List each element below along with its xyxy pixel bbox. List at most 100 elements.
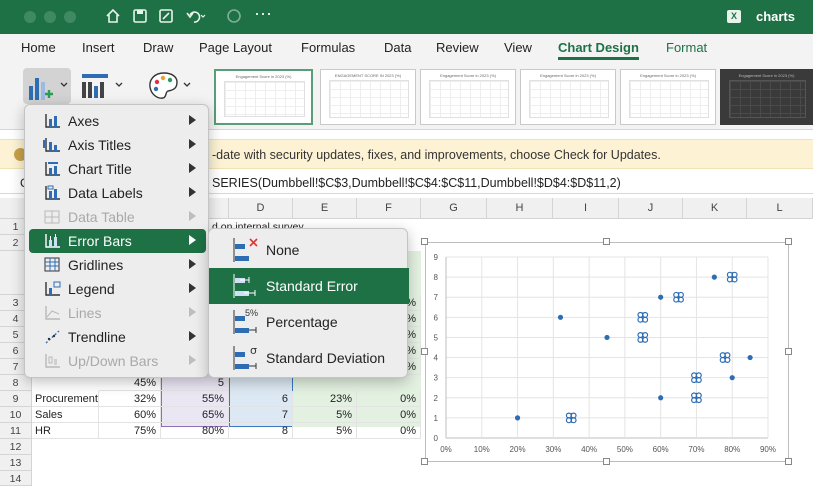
column-header-f[interactable]: F (357, 198, 421, 219)
chart-style-3[interactable]: Engagement Score in 2023 (%) (420, 69, 516, 125)
row-header-9[interactable]: 9 (0, 391, 32, 407)
row-header-11[interactable]: 11 (0, 423, 32, 439)
column-header-e[interactable]: E (293, 198, 357, 219)
error-bar-marker (691, 377, 698, 384)
chart-style-5[interactable]: Engagement Score in 2023 (%) (620, 69, 716, 125)
error-bars-none-option[interactable]: None (209, 232, 409, 268)
error-bars-standard-deviation-option[interactable]: σ Standard Deviation (209, 340, 409, 376)
chart-resize-handle[interactable] (785, 348, 792, 355)
cell[interactable]: 6 (229, 391, 293, 407)
add-chart-element-button[interactable] (23, 68, 71, 104)
cell[interactable]: 8 (229, 423, 293, 439)
data-point (711, 274, 717, 280)
chart-style-4[interactable]: Engagement Score in 2023 (%) (520, 69, 616, 125)
redo-icon[interactable] (225, 7, 243, 31)
close-window-button[interactable] (24, 11, 36, 23)
cell[interactable]: 0% (357, 407, 421, 423)
chart-resize-handle[interactable] (421, 458, 428, 465)
menu-item-axis-titles[interactable]: Axis Titles (29, 133, 206, 157)
column-header-i[interactable]: I (553, 198, 619, 219)
menu-item-trendline[interactable]: Trendline (29, 325, 206, 349)
cell[interactable]: HR (32, 423, 99, 439)
tab-view[interactable]: View (504, 40, 532, 55)
y-tick-label: 6 (434, 313, 439, 322)
error-bars-percentage-option[interactable]: 5% Percentage (209, 304, 409, 340)
zoom-window-button[interactable] (64, 11, 76, 23)
x-tick-label: 40% (581, 445, 597, 454)
data-point (604, 334, 610, 341)
tab-chart-design[interactable]: Chart Design (558, 40, 639, 60)
tab-page-layout[interactable]: Page Layout (199, 40, 272, 55)
error-bar-marker (673, 291, 680, 298)
chart-resize-handle[interactable] (785, 238, 792, 245)
tab-data[interactable]: Data (384, 40, 411, 55)
column-header-j[interactable]: J (619, 198, 683, 219)
column-header-d[interactable]: D (229, 198, 293, 219)
chart-resize-handle[interactable] (603, 238, 610, 245)
tab-review[interactable]: Review (436, 40, 479, 55)
change-colors-button[interactable] (146, 68, 194, 104)
cell[interactable]: 0% (357, 391, 421, 407)
column-header-g[interactable]: G (421, 198, 487, 219)
error-bars-submenu: None Standard Error 5% Percentage σ Stan… (208, 228, 409, 378)
tab-insert[interactable]: Insert (82, 40, 115, 55)
scatter-chart[interactable]: 0 1 2 3 4 5 6 7 8 9 0% 10% 20% 30% 40% 50% 60% 70% 80% 90% (425, 242, 789, 462)
data-point (747, 354, 753, 361)
menu-item-legend[interactable]: Legend (29, 277, 206, 301)
cell[interactable]: Procurement (32, 391, 99, 407)
more-icon[interactable]: ⋯ (254, 4, 272, 24)
row-header-12[interactable]: 12 (0, 439, 32, 455)
chart-resize-handle[interactable] (421, 348, 428, 355)
cell[interactable]: 75% (99, 423, 161, 439)
chart-resize-handle[interactable] (603, 458, 610, 465)
error-bars-standard-error-option[interactable]: Standard Error (209, 268, 409, 304)
row-header-10[interactable]: 10 (0, 407, 32, 423)
column-header-l[interactable]: L (747, 198, 813, 219)
cell[interactable]: 32% (99, 391, 161, 407)
cell[interactable]: 80% (161, 423, 229, 439)
formula-input[interactable]: SERIES(Dumbbell!$C$3,Dumbbell!$C$4:$C$11… (212, 176, 621, 190)
cell[interactable]: 7 (229, 407, 293, 423)
column-header-h[interactable]: H (487, 198, 553, 219)
percentage-badge: 5% (245, 308, 258, 318)
tab-draw[interactable]: Draw (143, 40, 173, 55)
error-bar-marker (724, 352, 731, 359)
row-header-14[interactable]: 14 (0, 471, 32, 486)
tab-formulas[interactable]: Formulas (301, 40, 355, 55)
save-icon[interactable] (131, 7, 149, 31)
column-header-k[interactable]: K (683, 198, 747, 219)
cell[interactable]: 23% (293, 391, 357, 407)
menu-item-data-labels[interactable]: Data Labels (29, 181, 206, 205)
home-icon[interactable] (104, 7, 122, 31)
chart-resize-handle[interactable] (421, 238, 428, 245)
cell[interactable]: 55% (161, 391, 229, 407)
undo-icon[interactable] (185, 7, 207, 31)
tab-home[interactable]: Home (21, 40, 56, 55)
axes-icon (43, 113, 61, 129)
row-header-13[interactable]: 13 (0, 455, 32, 471)
chart-style-title: Engagement Score in 2023 (%) (540, 73, 596, 78)
menu-item-label: Gridlines (68, 257, 124, 273)
chart-style-1[interactable]: Engagement Score in 2023 (%) (214, 69, 313, 125)
tab-format[interactable]: Format (666, 40, 707, 55)
cell[interactable]: 5% (293, 423, 357, 439)
cell[interactable]: 5% (293, 407, 357, 423)
up-down-bars-icon (43, 353, 61, 369)
cell[interactable]: 65% (161, 407, 229, 423)
edit-icon[interactable] (157, 7, 175, 31)
cell[interactable]: 0% (357, 423, 421, 439)
error-bar-marker (691, 392, 698, 399)
menu-item-gridlines[interactable]: Gridlines (29, 253, 206, 277)
quick-layout-button[interactable] (78, 68, 126, 104)
submenu-arrow-icon (189, 235, 196, 245)
minimize-window-button[interactable] (44, 11, 56, 23)
chart-style-2[interactable]: ENGAGEMENT SCORE IN 2023 (%) (320, 69, 416, 125)
menu-item-chart-title[interactable]: Chart Title (29, 157, 206, 181)
menu-item-error-bars[interactable]: Error Bars (29, 229, 206, 253)
cell[interactable]: Sales (32, 407, 99, 423)
chart-resize-handle[interactable] (785, 458, 792, 465)
cell[interactable]: 60% (99, 407, 161, 423)
menu-item-axes[interactable]: Axes (29, 109, 206, 133)
legend-icon (43, 281, 61, 297)
chart-style-6[interactable]: Engagement Score in 2023 (%) (720, 69, 813, 125)
